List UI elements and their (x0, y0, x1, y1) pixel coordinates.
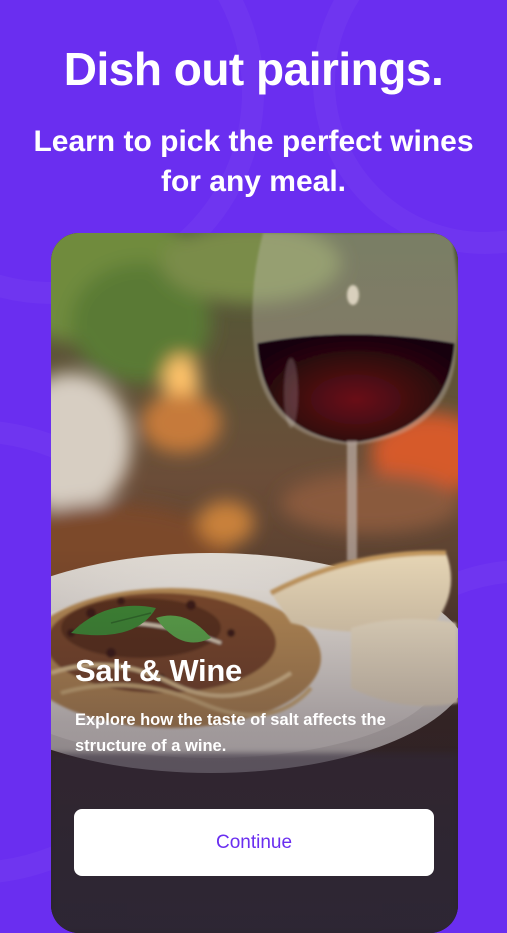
subheadline: Learn to pick the perfect wines for any … (33, 125, 474, 198)
continue-button[interactable]: Continue (74, 809, 434, 876)
headline: Dish out pairings. (63, 43, 444, 95)
lesson-card[interactable]: Salt & Wine Explore how the taste of sal… (51, 233, 458, 933)
card-title: Salt & Wine (75, 653, 242, 688)
card-description: Explore how the taste of salt affects th… (75, 711, 386, 755)
